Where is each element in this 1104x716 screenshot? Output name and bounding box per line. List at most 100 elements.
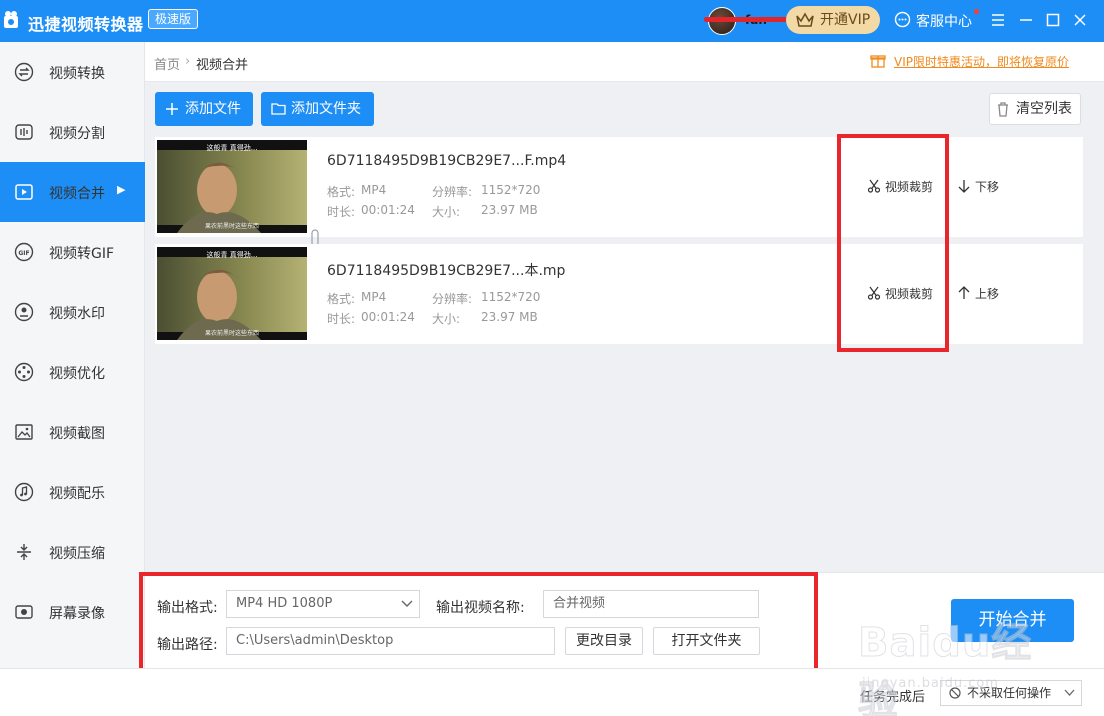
- size-value: 23.97 MB: [481, 310, 538, 324]
- add-file-label: 添加文件: [185, 101, 241, 117]
- sidebar-item-record[interactable]: 屏幕录像: [0, 582, 145, 642]
- resolution-label: 分辨率:: [432, 185, 473, 199]
- breadcrumb: 首页 › 视频合并 VIP限时特惠活动，即将恢复原价: [145, 42, 1104, 82]
- clear-list-label: 清空列表: [1016, 101, 1072, 117]
- resolution-value: 1152*720: [481, 290, 541, 304]
- move-up-label: 上移: [975, 287, 1000, 301]
- sidebar-item-gif[interactable]: GIF 视频转GIF: [0, 222, 145, 282]
- sidebar-item-label: 视频配乐: [49, 486, 105, 502]
- sidebar-item-label: 视频转换: [49, 66, 105, 82]
- screenshot-icon: [15, 424, 33, 440]
- sidebar-item-label: 视频优化: [49, 366, 105, 382]
- chevron-right-icon: ›: [185, 54, 191, 69]
- arrow-down-icon: [958, 180, 970, 193]
- size-label: 大小:: [432, 205, 461, 219]
- trash-icon: [998, 102, 1008, 117]
- sidebar-item-convert[interactable]: 视频转换: [0, 42, 145, 102]
- menu-icon[interactable]: [988, 10, 1008, 30]
- duration-label: 时长:: [327, 312, 356, 326]
- resolution-label: 分辨率:: [432, 292, 473, 306]
- clear-list-button[interactable]: 清空列表: [989, 93, 1081, 125]
- compress-icon: [17, 544, 31, 560]
- chevron-down-icon: [1064, 689, 1075, 696]
- add-folder-button[interactable]: 添加文件夹: [261, 92, 374, 126]
- merge-icon: [15, 184, 33, 200]
- size-label: 大小:: [432, 312, 461, 326]
- thumbnail-caption: 这般青 真得劲...: [206, 144, 258, 152]
- edition-badge: 极速版: [148, 9, 199, 29]
- move-down-button[interactable]: 下移: [957, 178, 1001, 194]
- move-down-label: 下移: [975, 180, 1000, 194]
- sidebar-item-optimize[interactable]: 视频优化: [0, 342, 145, 402]
- split-icon: [15, 124, 33, 140]
- redaction-mark: [704, 17, 790, 22]
- customer-service-button[interactable]: 客服中心: [894, 11, 972, 31]
- highlight-frame-output: [139, 572, 818, 679]
- optimize-icon: [14, 362, 34, 382]
- thumbnail-footer: 果农前黑时这些东西: [204, 223, 259, 230]
- maximize-icon[interactable]: [1043, 10, 1063, 30]
- video-thumbnail: 这般青 真得劲... 果农前黑时这些东西: [157, 140, 307, 233]
- vip-promo-link[interactable]: VIP限时特惠活动，即将恢复原价: [866, 53, 1069, 70]
- sidebar-item-label: 视频分割: [49, 126, 105, 142]
- chat-icon: [894, 11, 911, 28]
- format-value: MP4: [361, 290, 387, 304]
- file-name: 6D7118495D9B19CB29E7...F.mp4: [327, 153, 567, 169]
- vip-label: 开通VIP: [820, 12, 871, 28]
- duration-value: 00:01:24: [361, 203, 415, 217]
- service-label: 客服中心: [916, 14, 972, 30]
- sidebar-item-label: 屏幕录像: [49, 606, 105, 622]
- thumbnail-caption: 这般青 真得劲...: [206, 251, 258, 259]
- sidebar-item-music[interactable]: 视频配乐: [0, 462, 145, 522]
- app-logo-icon: [4, 11, 18, 28]
- sidebar-item-label: 视频截图: [49, 426, 105, 442]
- sidebar-item-compress[interactable]: 视频压缩: [0, 522, 145, 582]
- breadcrumb-home[interactable]: 首页: [154, 54, 180, 73]
- thumbnail-footer: 果农前黑时这些东西: [204, 330, 259, 337]
- after-task-label: 任务完成后: [860, 690, 926, 705]
- open-vip-button[interactable]: 开通VIP: [786, 6, 880, 34]
- sidebar-item-merge[interactable]: 视频合并 ▶: [0, 162, 145, 222]
- file-name: 6D7118495D9B19CB29E7...本.mp: [327, 263, 566, 279]
- music-icon: [14, 482, 34, 502]
- sidebar-item-screenshot[interactable]: 视频截图: [0, 402, 145, 462]
- start-merge-button[interactable]: 开始合并: [951, 599, 1074, 642]
- duration-value: 00:01:24: [361, 310, 415, 324]
- format-label: 格式:: [327, 292, 356, 306]
- notification-dot: [974, 9, 979, 14]
- highlight-frame-actions: [837, 134, 949, 352]
- arrow-up-icon: [958, 286, 970, 299]
- size-value: 23.97 MB: [481, 203, 538, 217]
- after-task-select[interactable]: 不采取任何操作: [940, 680, 1082, 706]
- breadcrumb-current: 视频合并: [196, 58, 249, 73]
- sidebar-item-label: 视频压缩: [49, 546, 105, 562]
- title-bar: 迅捷视频转换器 极速版 fan 开通VIP 客服中心: [0, 0, 1104, 42]
- app-title: 迅捷视频转换器: [28, 15, 144, 34]
- duration-label: 时长:: [327, 205, 356, 219]
- after-task-value: 不采取任何操作: [967, 686, 1052, 700]
- promo-text: VIP限时特惠活动，即将恢复原价: [894, 55, 1069, 69]
- folder-icon: [271, 103, 286, 115]
- ban-icon: [949, 687, 961, 699]
- format-label: 格式:: [327, 185, 356, 199]
- svg-text:GIF: GIF: [18, 250, 29, 257]
- gif-icon: GIF: [14, 242, 34, 262]
- format-value: MP4: [361, 183, 387, 197]
- gift-icon: [870, 55, 886, 68]
- sidebar: 视频转换 视频分割 视频合并 ▶ GIF 视频转GIF 视频水印 视频优化 视频…: [0, 42, 145, 668]
- watermark-icon: [14, 302, 34, 322]
- sidebar-item-split[interactable]: 视频分割: [0, 102, 145, 162]
- resolution-value: 1152*720: [481, 183, 541, 197]
- footer-bar: 任务完成后 不采取任何操作: [0, 668, 1104, 716]
- chevron-right-icon: ▶: [117, 183, 126, 196]
- sidebar-item-label: 视频合并: [49, 186, 105, 202]
- add-file-button[interactable]: 添加文件: [155, 92, 253, 126]
- plus-icon: [166, 103, 178, 115]
- close-icon[interactable]: [1070, 10, 1090, 30]
- video-thumbnail: 这般青 真得劲... 果农前黑时这些东西: [157, 247, 307, 340]
- add-folder-label: 添加文件夹: [291, 101, 361, 117]
- sidebar-item-watermark[interactable]: 视频水印: [0, 282, 145, 342]
- convert-icon: [14, 62, 34, 82]
- minimize-icon[interactable]: [1016, 10, 1036, 30]
- move-up-button[interactable]: 上移: [957, 285, 1001, 301]
